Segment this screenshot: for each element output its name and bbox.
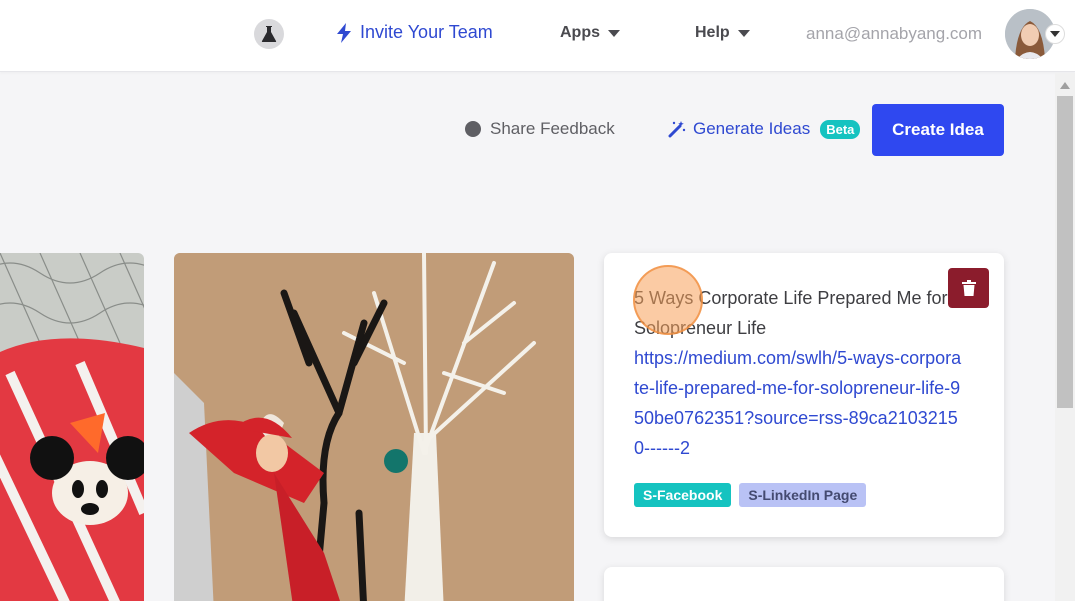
- create-idea-button[interactable]: Create Idea: [872, 104, 1004, 156]
- tag-facebook[interactable]: S-Facebook: [634, 483, 732, 507]
- idea-card-next[interactable]: [604, 567, 1004, 601]
- invite-team-label: Invite Your Team: [360, 22, 493, 42]
- help-dropdown[interactable]: Help: [695, 24, 750, 42]
- scroll-up-arrow-icon[interactable]: [1060, 82, 1070, 89]
- generate-ideas-label: Generate Ideas: [693, 119, 811, 138]
- share-feedback-button[interactable]: Share Feedback: [465, 119, 615, 139]
- delete-idea-button[interactable]: [948, 268, 989, 308]
- idea-image-card-sweater[interactable]: [0, 253, 144, 601]
- beta-badge: Beta: [820, 119, 861, 139]
- chevron-down-icon: [608, 29, 620, 37]
- trash-icon: [961, 280, 976, 296]
- apps-label: Apps: [560, 24, 600, 41]
- click-indicator: [633, 265, 703, 335]
- tag-list: S-Facebook S-LinkedIn Page: [634, 483, 867, 507]
- elf-photo: [174, 253, 574, 601]
- apps-dropdown[interactable]: Apps: [560, 24, 620, 42]
- tag-linkedin-page[interactable]: S-LinkedIn Page: [739, 483, 867, 507]
- sweater-photo: [0, 253, 144, 601]
- share-feedback-label: Share Feedback: [490, 119, 615, 138]
- top-navigation-bar: Invite Your Team Apps Help anna@annabyan…: [0, 0, 1075, 72]
- account-menu-toggle[interactable]: [1045, 24, 1065, 44]
- help-label: Help: [695, 24, 730, 41]
- lightning-icon: [337, 22, 351, 43]
- chevron-down-icon: [1050, 31, 1060, 37]
- flask-icon: [261, 26, 277, 42]
- labs-button[interactable]: [254, 19, 284, 49]
- idea-image-card-elf[interactable]: [174, 253, 574, 601]
- invite-team-link[interactable]: Invite Your Team: [336, 22, 493, 43]
- scrollbar-thumb[interactable]: [1057, 96, 1073, 408]
- magic-wand-icon: [668, 121, 686, 138]
- user-email: anna@annabyang.com: [806, 24, 983, 43]
- idea-source-link[interactable]: https://medium.com/swlh/5-ways-corporate…: [634, 343, 964, 463]
- generate-ideas-button[interactable]: Generate Ideas Beta: [668, 119, 861, 139]
- chevron-down-icon: [737, 29, 750, 37]
- chat-bubble-icon: [465, 121, 481, 137]
